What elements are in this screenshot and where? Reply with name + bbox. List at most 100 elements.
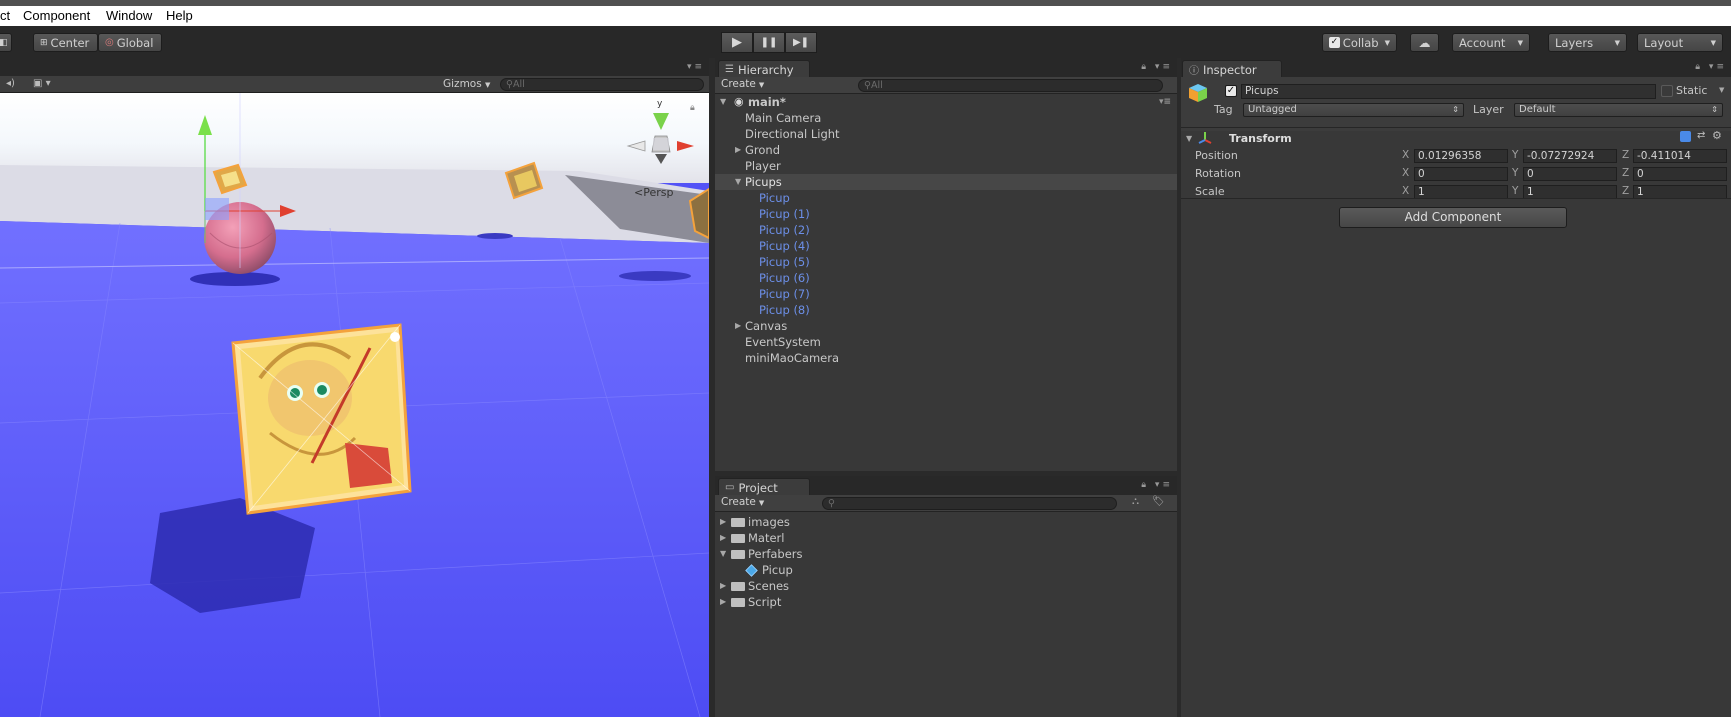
hierarchy-create-dropdown[interactable]: Create ▼ — [721, 78, 764, 90]
list-item[interactable]: Main Camera — [715, 110, 1177, 126]
tab-inspector[interactable]: ⓘ Inspector — [1182, 60, 1282, 77]
step-button[interactable]: ▶❚ — [785, 32, 817, 53]
item-label: Script — [748, 595, 782, 609]
filter-by-label-icon[interactable]: 🏷︎ — [1152, 496, 1165, 507]
transform-icon — [1198, 131, 1212, 145]
rotation-x-field[interactable]: 0 — [1414, 167, 1508, 181]
help-icon[interactable] — [1680, 131, 1691, 142]
list-item[interactable]: Picup (6) — [715, 270, 1177, 286]
scene-root-row[interactable]: ▼ ◉ main* ▾≡ — [715, 94, 1177, 110]
expand-arrow-icon[interactable]: ▼ — [720, 94, 726, 110]
expand-arrow-icon[interactable]: ▶ — [720, 578, 726, 594]
expand-arrow-icon[interactable]: ▶ — [735, 142, 741, 158]
active-checkbox[interactable]: ✓ — [1225, 85, 1237, 97]
menu-component[interactable]: Component — [23, 8, 90, 23]
project-tree: ▶ images ▶ Materl ▼ Perfabers Picup ▶ Sc… — [715, 514, 1177, 610]
panel-menu-icon[interactable]: ▾≡ — [687, 62, 705, 72]
menu-project[interactable]: ct — [0, 8, 10, 23]
axis-z-label: Z — [1622, 185, 1630, 197]
position-y-field[interactable]: -0.07272924 — [1523, 149, 1617, 163]
object-name-value: Picups — [1245, 85, 1279, 97]
play-button[interactable]: ▶ — [721, 32, 753, 53]
gear-icon[interactable]: ⚙ — [1712, 129, 1722, 142]
gizmos-dropdown[interactable]: Gizmos ▼ — [443, 78, 490, 90]
layout-button[interactable]: Layout ▼ — [1637, 33, 1723, 52]
prefab-row[interactable]: Picup — [715, 562, 1177, 578]
scene-render — [0, 93, 709, 717]
expand-arrow-icon[interactable]: ▶ — [720, 514, 726, 530]
filter-by-type-icon[interactable]: ⛬ — [1132, 496, 1139, 507]
panel-menu-icon[interactable]: 🔒︎ ▾≡ — [1695, 62, 1727, 72]
list-item[interactable]: Player — [715, 158, 1177, 174]
list-item[interactable]: Picup (2) — [715, 222, 1177, 238]
list-item[interactable]: Directional Light — [715, 126, 1177, 142]
list-item[interactable]: Picup (7) — [715, 286, 1177, 302]
layer-dropdown[interactable]: Default ⇕ — [1514, 103, 1723, 117]
cloud-button[interactable]: ☁ — [1410, 33, 1439, 52]
list-item[interactable]: Picup (8) — [715, 302, 1177, 318]
hierarchy-search-input[interactable]: ⚲All — [858, 79, 1163, 92]
preset-icon[interactable]: ⇄ — [1697, 130, 1705, 141]
expand-arrow-icon[interactable]: ▼ — [735, 174, 741, 190]
audio-icon[interactable]: ◂) — [6, 78, 15, 89]
list-item[interactable]: Picup (1) — [715, 206, 1177, 222]
fold-arrow-icon[interactable]: ▼ — [1186, 134, 1192, 143]
list-item[interactable]: Picup — [715, 190, 1177, 206]
field-value: 1 — [1527, 186, 1534, 198]
expand-arrow-icon[interactable]: ▶ — [720, 530, 726, 546]
expand-arrow-icon[interactable]: ▶ — [720, 594, 726, 610]
expand-arrow-icon[interactable]: ▼ — [720, 546, 726, 562]
static-checkbox[interactable] — [1661, 85, 1673, 97]
scene-viewport[interactable]: y 🔒︎ <Persp — [0, 93, 709, 717]
pivot-center-button[interactable]: ⊞ Center — [33, 33, 98, 52]
list-item[interactable]: Picup (5) — [715, 254, 1177, 270]
position-x-field[interactable]: 0.01296358 — [1414, 149, 1508, 163]
scale-y-field[interactable]: 1 — [1523, 185, 1617, 199]
lock-icon[interactable]: 🔒︎ — [690, 103, 695, 113]
hierarchy-toolbar: Create ▼ ⚲All — [715, 77, 1177, 94]
axis-z-label: Z — [1622, 149, 1630, 161]
effects-icon[interactable]: ▣ ▾ — [33, 78, 51, 89]
caret-down-icon[interactable]: ▼ — [1719, 86, 1724, 94]
list-item[interactable]: Picup (4) — [715, 238, 1177, 254]
caret-down-icon: ▼ — [758, 81, 765, 89]
tag-dropdown[interactable]: Untagged ⇕ — [1243, 103, 1464, 117]
list-item-selected[interactable]: ▼ Picups — [715, 174, 1177, 190]
folder-row[interactable]: ▼ Perfabers — [715, 546, 1177, 562]
menu-help[interactable]: Help — [166, 8, 193, 23]
scene-search-input[interactable]: ⚲All — [500, 78, 704, 91]
project-tab-label: Project — [738, 480, 778, 495]
project-search-input[interactable]: ⚲ — [822, 497, 1117, 510]
add-component-button[interactable]: Add Component — [1339, 207, 1567, 228]
rotation-y-field[interactable]: 0 — [1523, 167, 1617, 181]
position-z-field[interactable]: -0.411014 — [1633, 149, 1727, 163]
project-create-dropdown[interactable]: Create ▼ — [721, 496, 764, 508]
list-item[interactable]: ▶ Grond — [715, 142, 1177, 158]
collab-button[interactable]: ✓ Collab ▼ — [1322, 33, 1397, 52]
layers-button[interactable]: Layers ▼ — [1548, 33, 1627, 52]
panel-menu-icon[interactable]: 🔒︎ ▾≡ — [1141, 62, 1173, 72]
pause-button[interactable]: ❚❚ — [753, 32, 785, 53]
perspective-toggle[interactable]: <Persp — [634, 186, 673, 199]
pivot-global-button[interactable]: ◎ Global — [98, 33, 162, 52]
folder-row[interactable]: ▶ images — [715, 514, 1177, 530]
folder-row[interactable]: ▶ Script — [715, 594, 1177, 610]
rotation-z-field[interactable]: 0 — [1633, 167, 1727, 181]
account-button[interactable]: Account ▼ — [1452, 33, 1530, 52]
folder-row[interactable]: ▶ Materl — [715, 530, 1177, 546]
list-item[interactable]: EventSystem — [715, 334, 1177, 350]
search-icon: ⚲ — [828, 498, 835, 509]
list-item[interactable]: miniMaoCamera — [715, 350, 1177, 366]
tab-project[interactable]: ▭ Project — [718, 478, 810, 495]
tab-hierarchy[interactable]: ☰ Hierarchy — [718, 60, 810, 77]
folder-row[interactable]: ▶ Scenes — [715, 578, 1177, 594]
scale-z-field[interactable]: 1 — [1633, 185, 1727, 199]
list-item[interactable]: ▶ Canvas — [715, 318, 1177, 334]
object-name-input[interactable]: Picups — [1241, 84, 1656, 99]
scale-x-field[interactable]: 1 — [1414, 185, 1508, 199]
menu-window[interactable]: Window — [106, 8, 152, 23]
scene-menu-icon[interactable]: ▾≡ — [1159, 94, 1171, 110]
hand-tool-button[interactable]: ◧ — [0, 33, 12, 52]
expand-arrow-icon[interactable]: ▶ — [735, 318, 741, 334]
panel-menu-icon[interactable]: 🔒︎ ▾≡ — [1141, 480, 1173, 490]
